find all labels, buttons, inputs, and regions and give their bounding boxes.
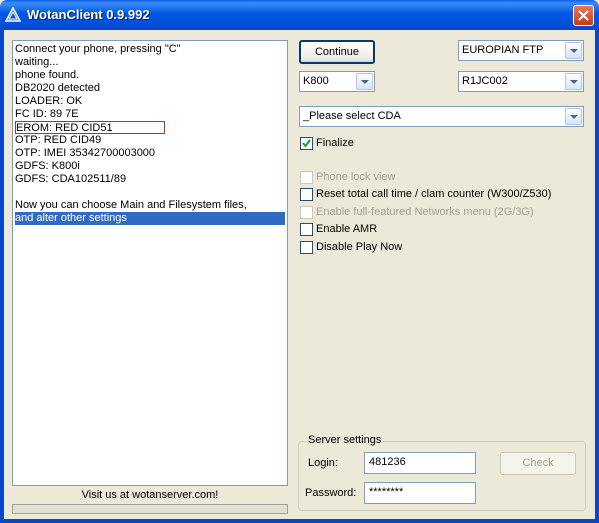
continue-button[interactable]: Continue — [299, 40, 375, 64]
horizontal-scrollbar[interactable] — [12, 504, 288, 514]
window-frame-left — [0, 30, 4, 523]
log-line-selected: and alter other settings — [15, 212, 285, 225]
check-icon — [302, 139, 311, 148]
check-button[interactable]: Check — [500, 452, 576, 475]
phone-lock-checkbox[interactable]: Phone lock view — [300, 171, 580, 185]
password-label: Password: — [305, 487, 357, 499]
window-frame-bottom — [0, 519, 599, 523]
log-line: GDFS: K800i — [15, 160, 80, 172]
reset-call-time-label: Reset total call time / clam counter (W3… — [316, 188, 552, 200]
amr-checkbox[interactable]: Enable AMR — [300, 223, 580, 237]
dropdown-arrow[interactable] — [356, 73, 373, 90]
checkbox-box[interactable] — [300, 171, 313, 184]
log-line-highlighted: EROM: RED CID51 — [15, 121, 165, 134]
checkbox-box[interactable] — [300, 206, 313, 219]
app-icon — [5, 7, 21, 22]
dropdown-arrow[interactable] — [565, 73, 582, 90]
networks-menu-label: Enable full-featured Networks menu (2G/3… — [316, 206, 534, 218]
firmware-select-value: R1JC002 — [462, 75, 508, 87]
login-field[interactable]: 481236 — [364, 452, 476, 474]
log-output[interactable]: Connect your phone, pressing "C" waiting… — [12, 40, 288, 486]
log-line: OTP: IMEI 35342700003000 — [15, 147, 156, 159]
finalize-label: Finalize — [316, 137, 354, 149]
checkbox-box[interactable] — [300, 188, 313, 201]
checkbox-box[interactable] — [300, 223, 313, 236]
log-line: LOADER: OK — [15, 95, 83, 107]
model-select-value: K800 — [303, 75, 329, 87]
amr-label: Enable AMR — [316, 223, 378, 235]
window-title: WotanClient 0.9.992 — [27, 7, 150, 22]
checkbox-box[interactable] — [300, 137, 313, 150]
log-line: DB2020 detected — [15, 82, 101, 94]
close-icon — [578, 10, 589, 21]
log-line: phone found. — [15, 69, 80, 81]
close-button[interactable] — [573, 5, 594, 26]
chevron-down-icon — [570, 49, 578, 53]
firmware-select[interactable]: R1JC002 — [458, 71, 584, 92]
reset-call-time-checkbox[interactable]: Reset total call time / clam counter (W3… — [300, 188, 580, 202]
play-now-label: Disable Play Now — [316, 241, 403, 253]
server-settings-title: Server settings — [306, 434, 384, 446]
chevron-down-icon — [570, 80, 578, 84]
password-field[interactable]: ******** — [364, 482, 476, 504]
chevron-down-icon — [361, 80, 369, 84]
log-line: Now you can choose Main and Filesystem f… — [15, 199, 247, 211]
networks-menu-checkbox[interactable]: Enable full-featured Networks menu (2G/3… — [300, 206, 580, 220]
log-line: OTP: RED CID49 — [15, 134, 102, 146]
checkbox-box[interactable] — [300, 241, 313, 254]
window-frame-right — [595, 30, 599, 523]
model-select[interactable]: K800 — [299, 71, 375, 92]
play-now-checkbox[interactable]: Disable Play Now — [300, 241, 580, 255]
title-bar[interactable]: WotanClient 0.9.992 — [0, 0, 599, 30]
log-line: FC ID: 89 7E — [15, 108, 79, 120]
chevron-down-icon — [570, 115, 578, 119]
finalize-checkbox[interactable]: Finalize — [300, 137, 580, 151]
dropdown-arrow[interactable] — [565, 108, 582, 125]
log-line: waiting... — [15, 56, 59, 68]
login-label: Login: — [308, 457, 338, 469]
dropdown-arrow[interactable] — [565, 42, 582, 59]
log-line: GDFS: CDA102511/89 — [15, 173, 127, 185]
region-select-value: EUROPIAN FTP — [462, 44, 544, 56]
visit-text: Visit us at wotanserver.com! — [81, 489, 219, 501]
log-line: Connect your phone, pressing "C" — [15, 43, 181, 55]
cda-select-value: _Please select CDA — [303, 110, 401, 122]
phone-lock-label: Phone lock view — [316, 171, 396, 183]
cda-select[interactable]: _Please select CDA — [299, 106, 584, 127]
region-select[interactable]: EUROPIAN FTP — [458, 40, 584, 61]
